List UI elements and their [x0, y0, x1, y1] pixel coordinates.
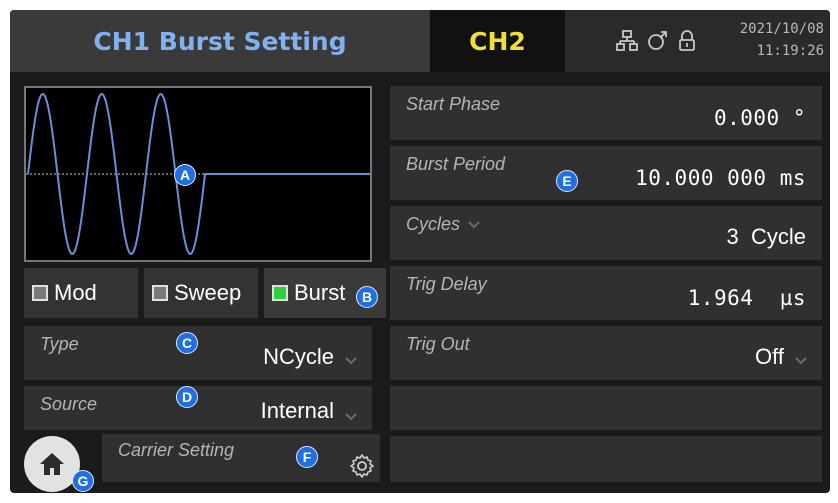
marker-b: B: [356, 286, 378, 308]
trig-delay-field[interactable]: Trig Delay 1.964 µs: [390, 266, 822, 320]
cycles-field[interactable]: Cycles 3 Cycle: [390, 206, 822, 260]
burst-period-value: 10.000 000 ms: [635, 166, 806, 190]
header-bar: CH1 Burst Setting CH2 2021/10/08 11:19:2…: [10, 10, 830, 72]
usb-icon: [648, 31, 667, 50]
burst-period-field[interactable]: Burst Period 10.000 000 ms: [390, 146, 822, 200]
network-icon: [616, 30, 638, 51]
trig-out-label: Trig Out: [406, 334, 470, 354]
waveform-preview: [24, 86, 372, 262]
gear-icon: [350, 454, 374, 478]
trig-delay-label: Trig Delay: [406, 274, 487, 294]
mode-buttons: Mod Sweep Burst: [24, 268, 386, 318]
time-text: 11:19:26: [756, 43, 824, 59]
marker-a: A: [174, 164, 196, 186]
mode-label-burst: Burst: [294, 280, 346, 305]
tab-ch2[interactable]: CH2: [430, 10, 565, 72]
lock-icon[interactable]: [676, 30, 698, 52]
marker-e: E: [556, 170, 578, 192]
chevron-down-icon: [345, 413, 357, 421]
empty-field-2: [390, 436, 822, 482]
type-field[interactable]: Type NCycle: [24, 326, 372, 380]
type-value: NCycle: [263, 344, 334, 369]
carrier-setting-button[interactable]: Carrier Setting: [102, 434, 380, 482]
start-phase-label: Start Phase: [406, 94, 501, 114]
mode-label-mod: Mod: [54, 280, 97, 305]
mode-button-mod[interactable]: Mod: [24, 268, 138, 318]
mode-button-sweep[interactable]: Sweep: [144, 268, 258, 318]
marker-g: G: [72, 470, 94, 492]
home-icon: [40, 453, 64, 475]
tab-ch1-burst-setting[interactable]: CH1 Burst Setting: [10, 10, 430, 72]
chevron-down-icon: [795, 357, 807, 365]
source-label: Source: [40, 394, 98, 414]
start-phase-field[interactable]: Start Phase 0.000 °: [390, 86, 822, 140]
trig-delay-value: 1.964 µs: [687, 286, 806, 310]
trig-out-field[interactable]: Trig Out Off: [390, 326, 822, 380]
tab-ch2-label: CH2: [469, 26, 526, 56]
start-phase-value: 0.000 °: [713, 106, 806, 130]
mode-label-sweep: Sweep: [174, 280, 242, 305]
marker-c: C: [176, 332, 198, 354]
burst-checkbox: [272, 285, 288, 301]
status-icons: [616, 27, 698, 55]
waveform-plot: [26, 92, 370, 256]
date-text: 2021/10/08: [739, 21, 824, 37]
trig-out-value: Off: [755, 344, 784, 369]
mod-checkbox: [32, 285, 48, 301]
cycles-label-text: Cycles: [406, 214, 461, 234]
burst-period-label: Burst Period: [406, 154, 506, 174]
tab-ch1-label: CH1 Burst Setting: [93, 26, 347, 56]
marker-d: D: [176, 386, 198, 408]
device-screen: CH1 Burst Setting CH2 2021/10/08 11:19:2…: [10, 10, 830, 493]
type-label: Type: [40, 334, 79, 354]
datetime: 2021/10/08 11:19:26: [724, 18, 824, 62]
source-field[interactable]: Source Internal: [24, 386, 372, 430]
source-value: Internal: [260, 398, 334, 423]
carrier-setting-label: Carrier Setting: [118, 440, 235, 460]
sweep-checkbox: [152, 285, 168, 301]
cycles-label: Cycles: [406, 214, 480, 235]
cycles-value: 3 Cycle: [726, 224, 806, 249]
marker-f: F: [296, 446, 318, 468]
chevron-down-icon: [345, 357, 357, 365]
empty-field-1: [390, 386, 822, 430]
chevron-down-icon: [468, 221, 480, 229]
